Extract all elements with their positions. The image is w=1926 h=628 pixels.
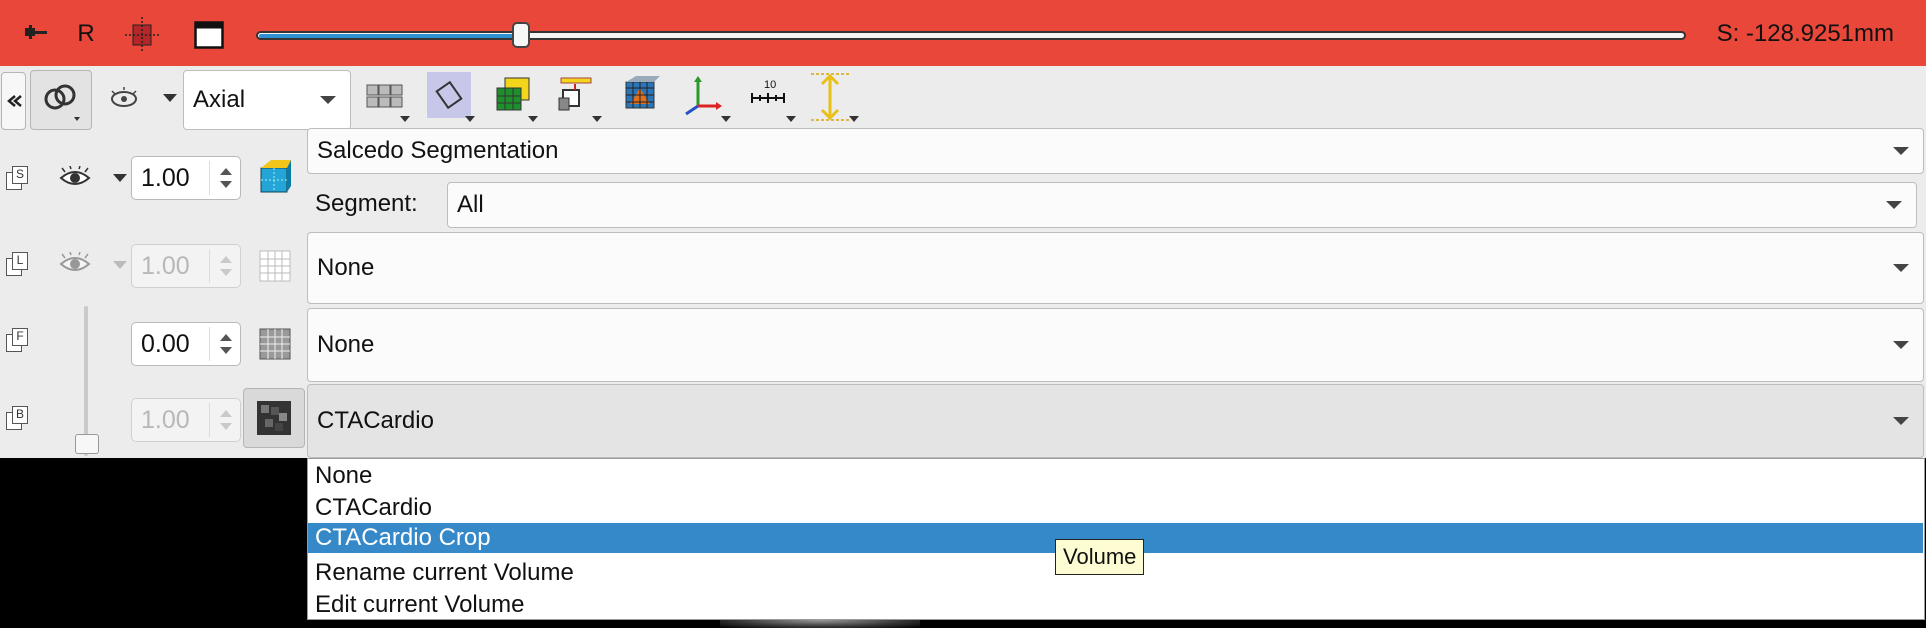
eye-icon[interactable] xyxy=(106,84,142,114)
slice-slider-fill xyxy=(259,34,520,38)
background-opacity-value: 1.00 xyxy=(141,405,190,434)
slice-slider-track[interactable] xyxy=(256,31,1686,40)
slice-offset-value: S: -128.9251mm xyxy=(1716,20,1894,47)
orientation-label: R xyxy=(77,20,95,47)
segment-value: All xyxy=(457,191,484,218)
link-icon xyxy=(44,84,80,121)
segmentation-outline-icon[interactable] xyxy=(256,158,292,196)
reformat-icon[interactable] xyxy=(427,72,471,118)
segmentation-node-select[interactable]: Salcedo Segmentation xyxy=(307,128,1924,174)
label-node-select[interactable]: None xyxy=(307,232,1924,304)
segment-select[interactable]: All xyxy=(447,182,1917,228)
background-interpolation-button[interactable] xyxy=(243,388,305,448)
eye-dropdown-arrow[interactable] xyxy=(163,94,177,102)
reformat-dropdown-arrow[interactable] xyxy=(465,116,475,122)
foreground-layer-icon: F xyxy=(6,328,30,352)
height-arrows-icon[interactable] xyxy=(806,70,854,124)
axes-icon[interactable] xyxy=(680,74,724,118)
pin-icon[interactable] xyxy=(22,20,52,44)
svg-text:10: 10 xyxy=(764,79,776,91)
slice-controller-bar: R S: -128.9251mm xyxy=(0,0,1926,66)
background-opacity-spinbox[interactable]: 1.00 xyxy=(131,398,241,442)
slice-slider-handle[interactable] xyxy=(511,22,530,48)
background-layer-icon: B xyxy=(6,406,30,430)
foreground-opacity-spinbox[interactable]: 0.00 xyxy=(131,322,241,366)
label-layer-icon: L xyxy=(6,252,30,276)
tooltip: Volume xyxy=(1055,539,1145,575)
dropdown-option-none[interactable]: None xyxy=(315,462,372,490)
segmentation-opacity-spinbox[interactable]: 1.00 xyxy=(131,156,241,200)
collapse-button[interactable] xyxy=(1,72,26,130)
label-node-value: None xyxy=(317,254,375,281)
maximize-icon[interactable] xyxy=(193,20,225,50)
fade-slider-handle[interactable] xyxy=(75,434,99,454)
label-grid-toggle-icon[interactable] xyxy=(258,248,292,284)
label-visibility-eye-icon[interactable] xyxy=(58,250,92,278)
link-button[interactable] xyxy=(30,70,92,130)
crosshair-icon[interactable] xyxy=(124,16,160,54)
foreground-node-value: None xyxy=(317,331,375,358)
label-visibility-arrow[interactable] xyxy=(113,261,127,269)
slice-controls-panel: Axial 10 S 1.00 Salcedo Segmentation Seg… xyxy=(0,66,1926,458)
segmentation-visibility-eye-icon[interactable] xyxy=(58,164,92,192)
view-orientation-select[interactable]: Axial xyxy=(183,70,351,130)
height-dropdown-arrow[interactable] xyxy=(849,116,859,122)
label-dropdown-arrow[interactable] xyxy=(592,116,602,122)
layout-grid-icon[interactable] xyxy=(364,78,406,116)
label-opacity-value: 1.00 xyxy=(141,251,190,280)
axes-dropdown-arrow[interactable] xyxy=(721,116,731,122)
label-grid-icon[interactable] xyxy=(555,74,597,116)
layer-dropdown-arrow[interactable] xyxy=(528,116,538,122)
ruler-icon[interactable]: 10 xyxy=(746,74,790,114)
segment-label: Segment: xyxy=(315,190,418,217)
foreground-opacity-value: 0.00 xyxy=(141,329,190,358)
segmentation-visibility-arrow[interactable] xyxy=(113,174,127,182)
noise-texture-icon xyxy=(257,401,291,435)
segmentation-node-value: Salcedo Segmentation xyxy=(317,137,559,164)
foreground-node-select[interactable]: None xyxy=(307,308,1924,382)
layout-dropdown-arrow[interactable] xyxy=(400,116,410,122)
layer-grid-icon[interactable] xyxy=(493,74,535,116)
background-node-value: CTACardio xyxy=(317,407,434,434)
volume-render-icon[interactable] xyxy=(620,74,662,116)
dropdown-option-ctacardio[interactable]: CTACardio xyxy=(315,494,432,522)
label-opacity-spinbox[interactable]: 1.00 xyxy=(131,244,241,288)
view-orientation-value: Axial xyxy=(193,86,246,113)
background-node-select[interactable]: CTACardio xyxy=(307,384,1924,458)
segmentation-opacity-value: 1.00 xyxy=(141,163,190,192)
segmentation-layer-icon: S xyxy=(6,166,30,190)
dropdown-option-edit-volume[interactable]: Edit current Volume xyxy=(315,591,524,619)
dropdown-option-rename-volume[interactable]: Rename current Volume xyxy=(315,559,574,587)
ruler-dropdown-arrow[interactable] xyxy=(786,116,796,122)
foreground-grid-icon[interactable] xyxy=(258,326,292,362)
